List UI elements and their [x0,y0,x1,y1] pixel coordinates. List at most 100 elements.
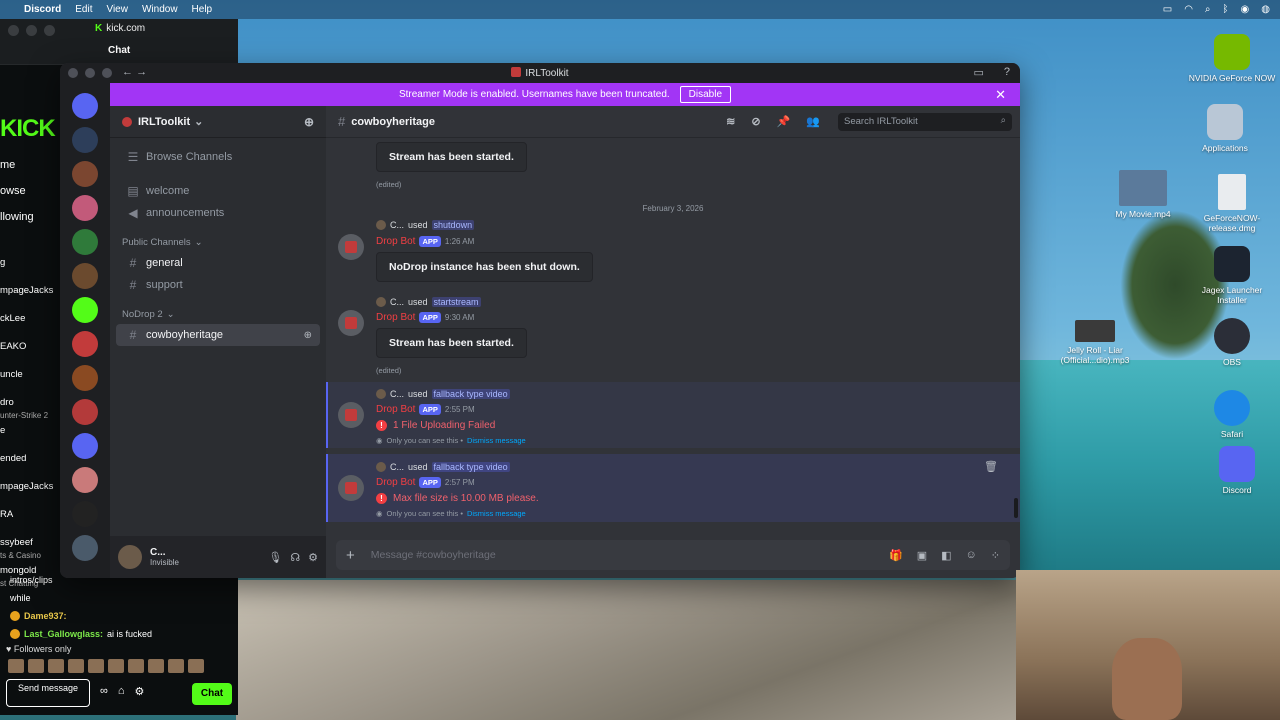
pin-icon[interactable]: 📌 [777,115,791,128]
menu-app-name[interactable]: Discord [24,4,61,15]
gif-icon[interactable]: ▣ [917,549,927,562]
threads-icon[interactable]: ≋ [726,115,735,128]
bot-name[interactable]: Drop Bot [376,236,415,247]
ref-user[interactable]: C... [390,389,404,399]
chat-username[interactable]: Last_Gallowglass: [24,629,103,639]
disable-streamer-mode-button[interactable]: Disable [679,86,732,103]
sticker-icon[interactable]: ◧ [941,549,951,562]
emote-icon[interactable] [188,659,204,673]
dm-home-icon[interactable] [72,93,98,119]
kick-channel[interactable]: ended [0,453,60,481]
browse-channels[interactable]: ☰ Browse Channels [116,146,320,168]
menu-help[interactable]: Help [192,4,213,15]
apps-icon[interactable]: ⁘ [991,549,1000,562]
server-icon[interactable] [72,127,98,153]
kick-channel[interactable]: e [0,425,60,453]
invite-user-icon[interactable]: ⊕ [304,330,312,341]
kick-nav-browse[interactable]: owse [0,185,34,211]
emote-icon[interactable] [28,659,44,673]
delete-trash-icon[interactable]: 🗑 [984,460,998,473]
slash-command[interactable]: fallback type video [431,389,510,399]
server-icon[interactable] [72,161,98,187]
store-icon[interactable]: ⌂ [118,685,125,698]
wifi-icon[interactable]: ◠ [1184,4,1193,15]
emote-icon[interactable] [68,659,84,673]
emote-picker-icon[interactable]: ∞ [100,685,108,698]
channel-cowboyheritage[interactable]: # cowboyheritage ⊕ [116,324,320,346]
bot-avatar[interactable] [338,234,364,260]
invite-user-icon[interactable]: ⊕ [304,115,314,129]
kick-channel[interactable]: ckLee [0,313,60,341]
server-icon[interactable] [72,535,98,561]
server-icon-irltoolkit[interactable] [72,331,98,357]
slash-command[interactable]: shutdown [431,220,475,230]
search-icon[interactable]: ⌕ [1205,4,1211,15]
bluetooth-icon[interactable]: ᛒ [1223,4,1229,15]
settings-gear-icon[interactable]: ⚙ [308,551,318,564]
bot-avatar[interactable] [338,310,364,336]
siri-icon[interactable]: ◍ [1261,4,1270,15]
kick-url[interactable]: Kkick.com [95,23,145,34]
emote-icon[interactable] [48,659,64,673]
desktop-icon-geforce-now[interactable]: NVIDIA GeForce NOW [1187,34,1277,83]
desktop-icon-jagex[interactable]: Jagex Launcher Installer [1187,246,1277,305]
desktop-icon-my-movie[interactable]: My Movie.mp4 [1098,170,1188,219]
channel-general[interactable]: # general [116,252,320,274]
avatar[interactable] [118,545,142,569]
desktop-icon-discord[interactable]: Discord [1192,446,1280,495]
kick-logo[interactable]: KICK [0,115,56,143]
kick-channel[interactable]: g [0,257,60,285]
minimize-window-button[interactable] [26,25,37,36]
server-icon[interactable] [72,399,98,425]
zoom-window-button[interactable] [44,25,55,36]
slash-command[interactable]: fallback type video [431,462,510,472]
kick-channel[interactable]: mpageJacks [0,481,60,509]
channel-welcome[interactable]: ▤ welcome [116,180,320,202]
control-center-icon[interactable]: ◉ [1241,4,1250,15]
emoji-icon[interactable]: ☺ [966,549,977,562]
slash-command[interactable]: startstream [431,297,481,307]
menu-edit[interactable]: Edit [75,4,92,15]
server-icon[interactable] [72,195,98,221]
server-icon[interactable] [72,467,98,493]
microphone-icon[interactable]: 🎙 [268,551,282,564]
gift-icon[interactable]: 🎁 [889,549,903,562]
settings-gear-icon[interactable]: ⚙ [135,685,145,698]
desktop-icon-safari[interactable]: Safari [1187,390,1277,439]
ref-user[interactable]: C... [390,297,404,307]
bot-name[interactable]: Drop Bot [376,312,415,323]
emote-icon[interactable] [8,659,24,673]
emote-icon[interactable] [88,659,104,673]
server-icon[interactable] [72,365,98,391]
kick-nav-home[interactable]: me [0,159,34,185]
notification-bell-icon[interactable]: ⊘ [751,115,760,128]
server-icon[interactable] [72,229,98,255]
search-input[interactable]: Search IRLToolkit ⌕ [838,112,1012,131]
category-nodrop[interactable]: NoDrop 2 ⌄ [110,304,326,324]
desktop-icon-geforce-dmg[interactable]: GeForceNOW-release.dmg [1187,174,1277,233]
menu-window[interactable]: Window [142,4,178,15]
scrollbar[interactable] [1014,498,1018,518]
inbox-icon[interactable]: ▭ [973,66,983,79]
kick-channel[interactable]: uncle [0,369,60,397]
emote-icon[interactable] [128,659,144,673]
chat-username[interactable]: Dame937: [24,611,67,621]
kick-channel[interactable]: mpageJacks [0,285,60,313]
headphones-icon[interactable]: ☊ [290,551,300,564]
bot-name[interactable]: Drop Bot [376,404,415,415]
kick-chat-button[interactable]: Chat [192,683,232,705]
help-icon[interactable]: ? [1004,66,1010,79]
battery-icon[interactable]: ▭ [1163,4,1172,15]
kick-send-message-input[interactable]: Send message [6,679,90,707]
member-list-icon[interactable]: 👥 [806,115,820,128]
add-attachment-icon[interactable]: + [346,547,355,564]
channel-announcements[interactable]: ◀ announcements [116,202,320,224]
server-icon[interactable] [72,263,98,289]
emote-icon[interactable] [168,659,184,673]
kick-channel[interactable]: RA [0,509,60,537]
close-window-button[interactable] [8,25,19,36]
message-composer[interactable]: + Message #cowboyheritage 🎁 ▣ ◧ ☺ ⁘ [336,540,1010,570]
server-icon[interactable] [72,501,98,527]
kick-channel[interactable]: EAKO [0,341,60,369]
close-icon[interactable]: ✕ [995,87,1006,103]
